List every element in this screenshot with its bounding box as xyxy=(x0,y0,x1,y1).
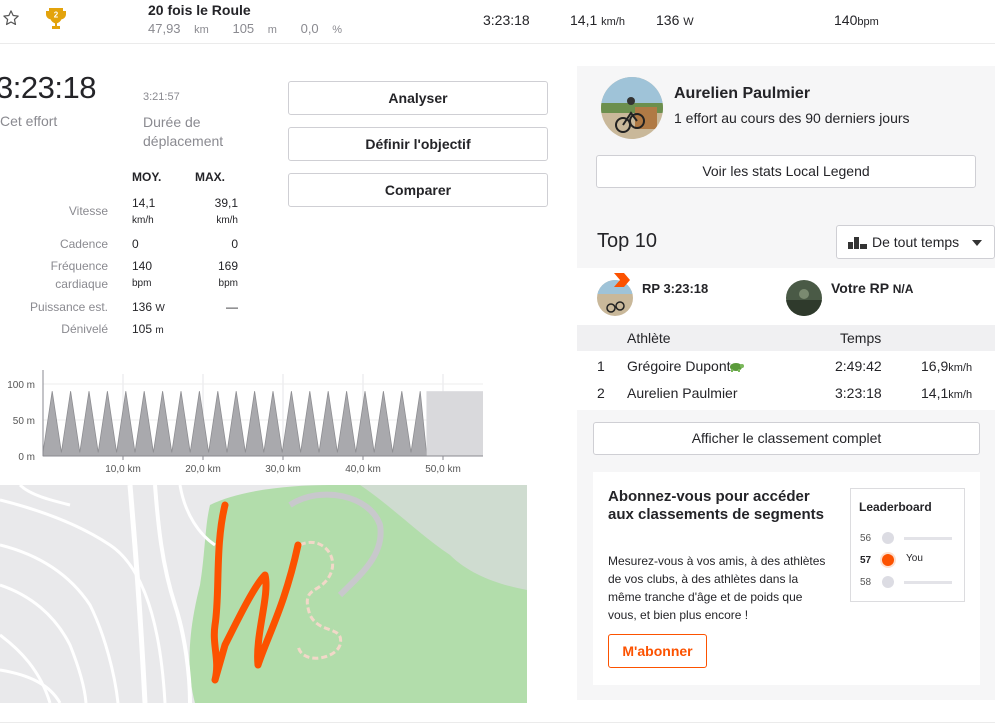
mini-rank: 58 xyxy=(860,577,872,588)
x-tick-label: 30,0 km xyxy=(265,464,301,475)
mini-rank: 56 xyxy=(860,533,872,544)
chevron-down-icon xyxy=(972,240,982,246)
col-athlete: Athlète xyxy=(627,330,671,346)
mini-you-label: You xyxy=(906,553,923,564)
athlete-name: Aurelien Paulmier xyxy=(627,385,738,401)
star-icon[interactable] xyxy=(2,9,20,27)
table-row[interactable]: 2 Aurelien Paulmier 3:23:18 14,1km/h xyxy=(577,379,995,406)
x-tick-label: 50,0 km xyxy=(425,464,461,475)
stat-speed-max: 39,1 km/h xyxy=(214,196,238,226)
mini-dot-you xyxy=(882,554,894,566)
y-tick-label: 0 m xyxy=(18,452,35,463)
y-tick-label: 100 m xyxy=(7,380,35,391)
elevation-area xyxy=(42,391,427,457)
stat-label-elevation: Dénivelé xyxy=(61,322,108,336)
trophy-icon: 2 xyxy=(46,8,66,29)
athlete-name: Grégoire Dupont xyxy=(627,358,731,374)
time-filter-label: De tout temps xyxy=(872,234,960,250)
segment-map[interactable] xyxy=(0,485,527,703)
x-tick-label: 20,0 km xyxy=(185,464,221,475)
mini-dot xyxy=(882,576,894,588)
segment-title[interactable]: 20 fois le Roule xyxy=(148,2,251,18)
effort-elapsed-label: Cet effort xyxy=(0,113,58,129)
segment-elevation: 105 xyxy=(232,21,255,36)
subscribe-description: Mesurez-vous à vos amis, à des athlètes … xyxy=(608,554,826,622)
mini-bar xyxy=(904,581,952,584)
stat-power-max: — xyxy=(226,300,238,314)
segment-power: 136 W xyxy=(656,12,694,28)
stat-hr-max: 169 bpm xyxy=(217,259,238,289)
local-legend-stats-button[interactable]: Voir les stats Local Legend xyxy=(596,155,976,188)
turtle-icon xyxy=(730,363,744,372)
mini-dot xyxy=(882,532,894,544)
mini-rank: 57 xyxy=(860,555,872,566)
stat-label-cadence: Cadence xyxy=(59,237,108,251)
mini-leaderboard-title: Leaderboard xyxy=(859,500,932,514)
col-time: Temps xyxy=(840,330,882,346)
time-filter-dropdown[interactable]: De tout temps xyxy=(836,225,995,259)
legend-subtitle: 1 effort au cours des 90 derniers jours xyxy=(674,110,910,126)
leaderboard-icon xyxy=(848,237,867,249)
full-leaderboard-button[interactable]: Afficher le classement complet xyxy=(593,422,980,455)
y-tick-label: 50 m xyxy=(13,416,35,427)
effort-elapsed-time: 3:23:18 xyxy=(0,70,96,105)
segment-distance: 47,93 xyxy=(148,21,181,36)
stats-header-avg: MOY. xyxy=(132,170,162,184)
stat-label-hr: Fréquence cardiaque xyxy=(50,259,108,291)
set-goal-button[interactable]: Définir l'objectif xyxy=(288,127,548,161)
pr-badge-icon xyxy=(614,273,630,287)
table-row[interactable]: 1 Grégoire Dupont 2:49:42 16,9km/h xyxy=(577,352,995,379)
stat-hr-avg: 140 bpm xyxy=(132,259,153,289)
legend-avatar[interactable] xyxy=(601,77,663,139)
segment-hr: 140bpm xyxy=(834,12,879,28)
compare-button[interactable]: Comparer xyxy=(288,173,548,207)
divider xyxy=(0,722,995,723)
effort-moving-label: Durée de déplacement xyxy=(143,114,224,149)
x-tick-label: 10,0 km xyxy=(105,464,141,475)
segment-time: 3:23:18 xyxy=(483,12,530,28)
your-pr-value: Votre RP N/A xyxy=(831,280,914,296)
x-tick-label: 40,0 km xyxy=(345,464,381,475)
stat-cadence-avg: 0 xyxy=(132,237,139,251)
stats-header-max: MAX. xyxy=(195,170,225,184)
segment-meta: 47,93 km 105 m 0,0 % xyxy=(148,21,343,36)
effort-moving-time: 3:21:57 xyxy=(143,91,180,103)
pr-value: RP 3:23:18 xyxy=(642,281,709,296)
stat-elevation-avg: 105 m xyxy=(132,322,164,336)
legend-name[interactable]: Aurelien Paulmier xyxy=(674,85,810,103)
leaderboard-title: Top 10 xyxy=(597,230,658,252)
analyze-button[interactable]: Analyser xyxy=(288,81,548,115)
stat-power-avg: 136 W xyxy=(132,300,165,314)
stat-label-power: Puissance est. xyxy=(29,300,108,314)
subscribe-button[interactable]: M'abonner xyxy=(608,634,707,668)
your-avatar xyxy=(786,280,822,316)
elevation-tail xyxy=(426,391,483,456)
trophy-rank: 2 xyxy=(54,11,59,20)
segment-grade: 0,0 xyxy=(300,21,319,36)
segment-speed: 14,1 km/h xyxy=(570,12,625,28)
subscribe-title: Abonnez-vous pour accéder aux classement… xyxy=(608,488,824,523)
stat-speed-avg: 14,1 km/h xyxy=(132,196,156,226)
stat-cadence-max: 0 xyxy=(231,237,238,251)
elevation-chart[interactable]: 100 m 50 m 0 m 10,0 km 20,0 km 30,0 km 40,0 km… xyxy=(0,362,490,480)
mini-bar xyxy=(904,537,952,540)
stat-label-speed: Vitesse xyxy=(68,204,108,218)
